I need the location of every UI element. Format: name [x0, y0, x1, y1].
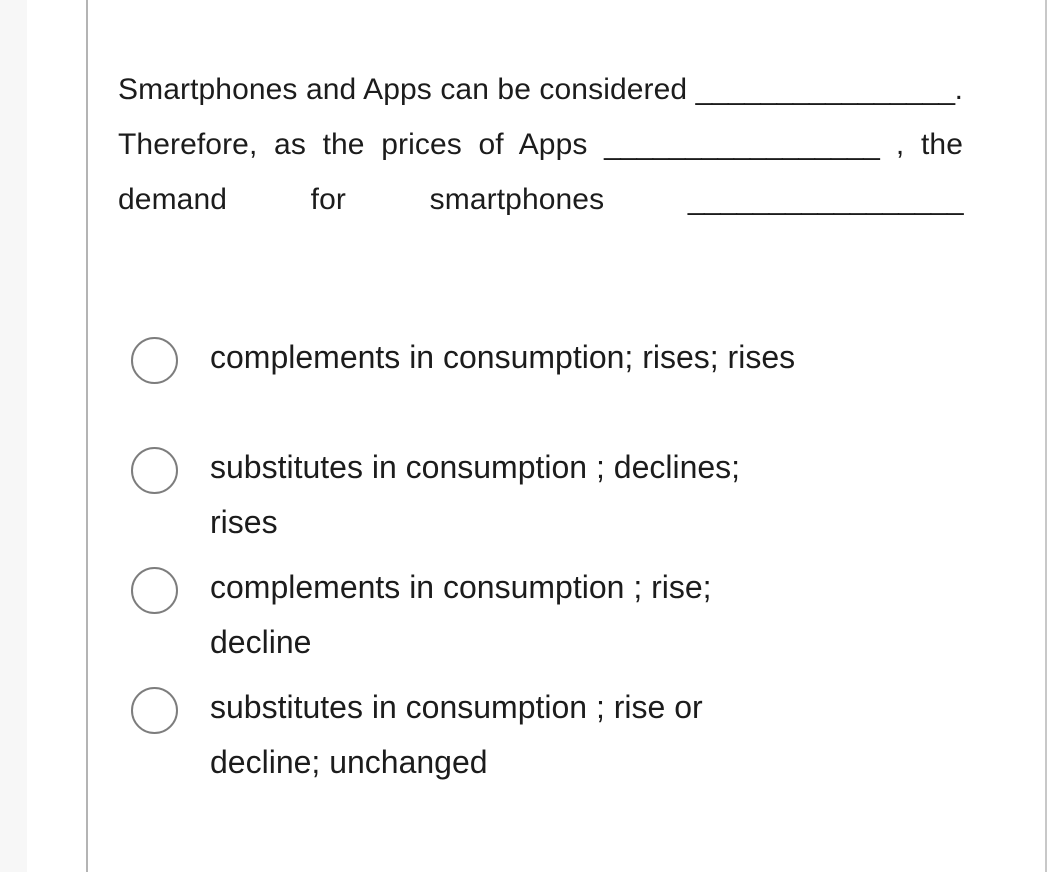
question-blank-3: _________________	[687, 183, 964, 216]
question-blank-1: ________________	[695, 73, 955, 106]
question-screen: Smartphones and Apps can be considered _…	[0, 0, 1064, 872]
option-row-c[interactable]: complements in consumption ; rise; decli…	[118, 550, 998, 670]
option-row-a[interactable]: complements in consumption; rises; rises	[118, 320, 998, 430]
radio-button-a[interactable]	[131, 337, 178, 384]
option-row-b[interactable]: substitutes in consumption ; declines; r…	[118, 430, 998, 550]
outer-margin	[27, 0, 86, 872]
option-label-b[interactable]: substitutes in consumption ; declines; r…	[210, 440, 810, 550]
radio-button-b[interactable]	[131, 447, 178, 494]
options-list: complements in consumption; rises; rises…	[118, 320, 998, 790]
radio-button-c[interactable]	[131, 567, 178, 614]
right-margin	[1047, 0, 1064, 872]
question-text: Smartphones and Apps can be considered _…	[118, 62, 964, 282]
radio-button-d[interactable]	[131, 687, 178, 734]
question-block: Smartphones and Apps can be considered _…	[118, 62, 964, 282]
option-label-c[interactable]: complements in consumption ; rise; decli…	[210, 560, 810, 670]
option-row-d[interactable]: substitutes in consumption ; rise or dec…	[118, 670, 998, 790]
question-segment-1: Smartphones and Apps can be considered	[118, 73, 696, 106]
question-card: Smartphones and Apps can be considered _…	[88, 0, 1045, 872]
option-label-d[interactable]: substitutes in consumption ; rise or dec…	[210, 680, 810, 790]
page-gutter-strip	[0, 0, 27, 872]
question-blank-2: _________________	[604, 128, 880, 161]
option-label-a[interactable]: complements in consumption; rises; rises	[210, 330, 810, 385]
